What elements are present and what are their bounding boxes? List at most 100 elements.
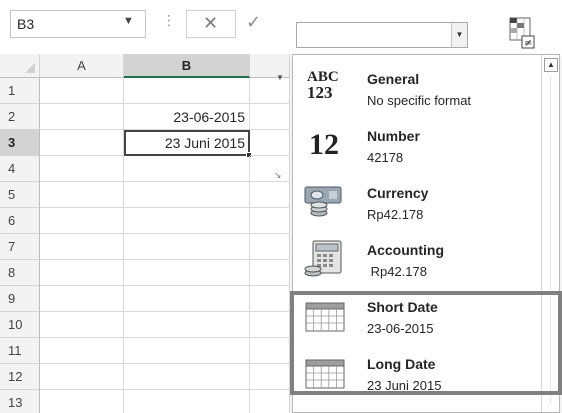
row-header[interactable]: 1 bbox=[0, 78, 40, 104]
format-option-number[interactable]: 12 Number 42178 bbox=[293, 116, 541, 173]
row-header[interactable]: 4 bbox=[0, 156, 40, 182]
row-header[interactable]: 7 bbox=[0, 234, 40, 260]
cell-a6[interactable] bbox=[40, 208, 124, 234]
format-option-sample: 42178 bbox=[367, 150, 404, 165]
cell-b13[interactable] bbox=[124, 390, 250, 413]
cell-b8[interactable] bbox=[124, 260, 250, 286]
cell-c11[interactable] bbox=[250, 338, 290, 364]
cell-b9[interactable] bbox=[124, 286, 250, 312]
close-icon: ✕ bbox=[203, 13, 219, 33]
cell-a10[interactable] bbox=[40, 312, 124, 338]
row-header[interactable]: 9 bbox=[0, 286, 40, 312]
format-option-sample: Rp42.178 bbox=[367, 207, 424, 222]
number-format-icon-12: 12 bbox=[309, 128, 339, 161]
column-header-row: A B bbox=[0, 54, 290, 78]
cell-a5[interactable] bbox=[40, 182, 124, 208]
cell-b6[interactable] bbox=[124, 208, 250, 234]
general-format-icon: ABC 123 bbox=[303, 69, 349, 107]
cell-a1[interactable] bbox=[40, 78, 124, 104]
scroll-up-icon[interactable]: ▲ bbox=[544, 58, 558, 72]
cell-a4[interactable] bbox=[40, 156, 124, 182]
number-format-dropdown-button[interactable]: ▼ bbox=[451, 23, 467, 47]
name-box-value: B3 bbox=[17, 16, 35, 32]
sheet-row: 3 23 Juni 2015 bbox=[0, 130, 290, 158]
format-option-general[interactable]: ABC 123 General No specific format bbox=[293, 59, 541, 116]
cell-a13[interactable] bbox=[40, 390, 124, 413]
check-icon[interactable]: ✓ bbox=[246, 12, 261, 33]
dialog-launcher-icon[interactable]: ↘ bbox=[274, 170, 282, 181]
row-header[interactable]: 5 bbox=[0, 182, 40, 208]
select-all-corner[interactable] bbox=[0, 54, 40, 78]
row-header[interactable]: 13 bbox=[0, 390, 40, 413]
format-option-sample: No specific format bbox=[367, 93, 472, 108]
cell-b4[interactable] bbox=[124, 156, 250, 182]
sheet-row: 4 bbox=[0, 156, 290, 182]
row-header[interactable]: 8 bbox=[0, 260, 40, 286]
row-header[interactable]: 3 bbox=[0, 130, 40, 156]
format-option-name: Accounting bbox=[367, 242, 444, 258]
sheet-row: 5 bbox=[0, 182, 290, 208]
format-option-currency[interactable]: Currency Rp42.178 bbox=[293, 173, 541, 230]
column-header-b[interactable]: B bbox=[124, 54, 250, 78]
sheet-row: 11 bbox=[0, 338, 290, 364]
name-box-dropdown-icon[interactable]: ▼ bbox=[123, 15, 134, 27]
cell-b11[interactable] bbox=[124, 338, 250, 364]
cell-b2[interactable]: 23-06-2015 bbox=[124, 104, 250, 130]
sheet-row: 9 bbox=[0, 286, 290, 312]
conditional-formatting-icon[interactable]: ≠ bbox=[508, 16, 538, 50]
cell-b12[interactable] bbox=[124, 364, 250, 390]
column-header-c[interactable] bbox=[250, 54, 290, 78]
general-format-icon-123: 123 bbox=[307, 83, 333, 102]
row-header[interactable]: 2 bbox=[0, 104, 40, 130]
worksheet-grid: A B ▼ 1 2 23-06-2015 3 23 Juni 2015 4 5 6 7 8 9 10 1… bbox=[0, 54, 290, 413]
cell-c1[interactable] bbox=[250, 78, 290, 104]
cell-c9[interactable] bbox=[250, 286, 290, 312]
cell-c4[interactable] bbox=[250, 156, 290, 182]
sheet-row: 6 bbox=[0, 208, 290, 234]
currency-format-icon bbox=[303, 183, 349, 221]
cell-a8[interactable] bbox=[40, 260, 124, 286]
name-box[interactable]: B3 ▼ bbox=[10, 10, 146, 38]
format-option-name: Currency bbox=[367, 185, 429, 201]
accounting-format-icon bbox=[303, 240, 349, 278]
row-header[interactable]: 6 bbox=[0, 208, 40, 234]
cell-c13[interactable] bbox=[250, 390, 290, 413]
cell-c6[interactable] bbox=[250, 208, 290, 234]
formula-bar-separator: ⋮ bbox=[162, 12, 177, 28]
cell-a11[interactable] bbox=[40, 338, 124, 364]
cell-b3[interactable]: 23 Juni 2015 bbox=[124, 130, 252, 158]
cell-c8[interactable] bbox=[250, 260, 290, 286]
row-header[interactable]: 11 bbox=[0, 338, 40, 364]
svg-text:≠: ≠ bbox=[524, 38, 532, 49]
cell-a2[interactable] bbox=[40, 104, 124, 130]
row-header[interactable]: 12 bbox=[0, 364, 40, 390]
cell-c3[interactable] bbox=[250, 130, 290, 156]
cell-a7[interactable] bbox=[40, 234, 124, 260]
sheet-row: 10 bbox=[0, 312, 290, 338]
cell-c5[interactable] bbox=[250, 182, 290, 208]
date-formats-highlight bbox=[290, 291, 562, 395]
cell-b7[interactable] bbox=[124, 234, 250, 260]
cell-b3-value: 23 Juni 2015 bbox=[164, 135, 245, 151]
cell-c7[interactable] bbox=[250, 234, 290, 260]
number-format-combo[interactable]: ▼ bbox=[296, 22, 468, 48]
cell-b1[interactable] bbox=[124, 78, 250, 104]
sheet-row: 1 bbox=[0, 78, 290, 104]
column-header-a[interactable]: A bbox=[40, 54, 124, 78]
format-option-name: Number bbox=[367, 128, 420, 144]
cell-a12[interactable] bbox=[40, 364, 124, 390]
cancel-entry-button[interactable]: ✕ bbox=[186, 10, 236, 38]
sheet-row: 8 bbox=[0, 260, 290, 286]
cell-a3[interactable] bbox=[40, 130, 124, 156]
format-option-accounting[interactable]: Accounting Rp42.178 bbox=[293, 230, 541, 287]
sheet-row: 2 23-06-2015 bbox=[0, 104, 290, 130]
cell-c10[interactable] bbox=[250, 312, 290, 338]
cell-a9[interactable] bbox=[40, 286, 124, 312]
cell-c12[interactable] bbox=[250, 364, 290, 390]
cell-b10[interactable] bbox=[124, 312, 250, 338]
cell-b5[interactable] bbox=[124, 182, 250, 208]
cell-c2[interactable] bbox=[250, 104, 290, 130]
sheet-row: 7 bbox=[0, 234, 290, 260]
number-format-icon: 12 bbox=[303, 126, 349, 164]
row-header[interactable]: 10 bbox=[0, 312, 40, 338]
